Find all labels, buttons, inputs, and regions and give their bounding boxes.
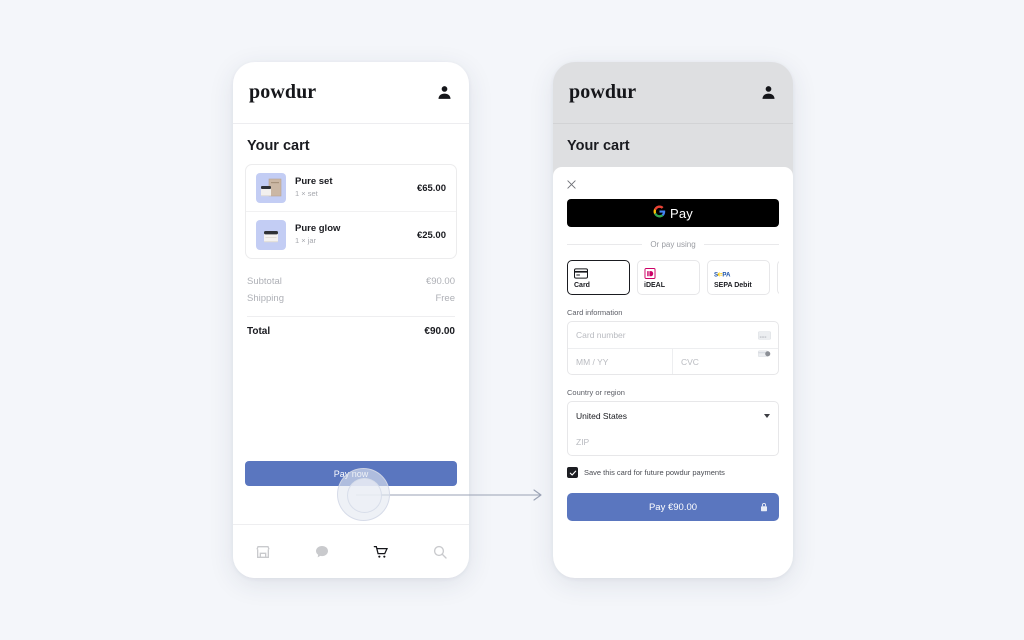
order-totals: Subtotal €90.00 Shipping Free Total €90.…: [233, 259, 469, 340]
save-card-checkbox[interactable]: [567, 467, 578, 478]
cart-items-card: Pure set 1 × set €65.00 Pure glow 1 × ja…: [245, 164, 457, 259]
expiry-cell: [568, 349, 673, 374]
shipping-value: Free: [435, 293, 455, 304]
subtotal-row: Subtotal €90.00: [247, 273, 455, 290]
sepa-icon: S PA: [714, 266, 736, 279]
submit-payment-button[interactable]: Pay €90.00: [567, 493, 779, 521]
phone-left-cart-screen: powdur Your cart Pure set 1 × set €65.00…: [233, 62, 469, 578]
svg-text:S: S: [714, 272, 718, 279]
search-icon[interactable]: [428, 540, 452, 564]
bottom-navigation: [233, 524, 469, 578]
ideal-icon: [644, 266, 656, 280]
cart-icon[interactable]: [369, 540, 393, 564]
person-icon[interactable]: [436, 84, 453, 101]
item-price: €25.00: [416, 229, 446, 241]
country-zip-group: United States: [567, 401, 779, 456]
zip-line: [568, 429, 778, 455]
expiry-cvc-line: [568, 348, 778, 374]
card-brand-icon: [758, 330, 771, 340]
table-row[interactable]: Pure set 1 × set €65.00: [246, 165, 456, 211]
shipping-row: Shipping Free: [247, 290, 455, 307]
card-information-group: [567, 321, 779, 375]
app-header-right: powdur: [553, 62, 793, 124]
country-selected-value: United States: [576, 410, 628, 421]
item-name: Pure glow: [295, 223, 341, 235]
submit-payment-label: Pay €90.00: [648, 501, 698, 513]
svg-text:PA: PA: [722, 272, 731, 279]
chat-icon[interactable]: [310, 540, 334, 564]
store-icon[interactable]: [251, 540, 275, 564]
pay-now-button[interactable]: Pay now: [245, 461, 457, 486]
card-information-label: Card information: [567, 308, 623, 317]
country-or-region-label: Country or region: [567, 388, 625, 397]
zip-input[interactable]: [568, 429, 778, 455]
google-g-icon: [653, 205, 666, 221]
subtotal-value: €90.00: [425, 276, 455, 287]
grand-total-row: Total €90.00: [247, 319, 455, 340]
payment-method-label: SEPA Debit: [714, 282, 752, 289]
item-meta: Pure glow 1 × jar: [295, 223, 417, 247]
item-quantity: 1 × jar: [295, 236, 317, 246]
google-pay-button[interactable]: Pay: [567, 199, 779, 227]
item-price: €65.00: [416, 182, 446, 194]
payment-method-ideal[interactable]: iDEAL: [637, 260, 700, 295]
screenshot-stage: powdur Your cart Pure set 1 × set €65.00…: [0, 0, 1024, 640]
chevron-down-icon: [764, 413, 770, 418]
country-select[interactable]: United States: [568, 402, 778, 429]
cvc-hint-icon: [758, 349, 771, 358]
shipping-label: Shipping: [247, 293, 284, 304]
divider: [247, 316, 455, 317]
product-box-jar-image: [256, 173, 286, 203]
phone-right-checkout-screen: powdur Your cart Pay Or pay using Card i…: [553, 62, 793, 578]
save-card-row[interactable]: Save this card for future powdur payment…: [567, 467, 779, 478]
item-name: Pure set: [295, 176, 333, 188]
brand-logo: powdur: [569, 81, 637, 103]
cvc-cell: [673, 349, 778, 374]
item-meta: Pure set 1 × set: [295, 176, 417, 200]
page-title-right: Your cart: [567, 138, 630, 154]
total-label: Total: [247, 326, 271, 337]
product-jar-image: [256, 220, 286, 250]
payment-method-bancontact[interactable]: B: [777, 260, 779, 295]
payment-method-card[interactable]: Card: [567, 260, 630, 295]
card-number-input[interactable]: [568, 322, 778, 348]
card-expiry-input[interactable]: [568, 349, 672, 374]
divider-label: Or pay using: [650, 240, 696, 249]
lock-icon: [760, 502, 768, 512]
google-pay-label: Pay: [669, 205, 693, 221]
item-quantity: 1 × set: [295, 189, 318, 199]
payment-method-label: Card: [574, 282, 590, 289]
credit-card-icon: [574, 266, 588, 279]
brand-logo: powdur: [249, 81, 317, 103]
save-card-label: Save this card for future powdur payment…: [584, 468, 725, 477]
payment-method-label: iDEAL: [644, 282, 665, 289]
or-pay-using-divider: Or pay using: [567, 240, 779, 249]
person-icon[interactable]: [760, 84, 777, 101]
payment-sheet: Pay Or pay using Card iDEAL S PA SEPA De…: [553, 167, 793, 578]
table-row[interactable]: Pure glow 1 × jar €25.00: [246, 211, 456, 258]
card-number-line: [568, 322, 778, 348]
subtotal-label: Subtotal: [247, 276, 282, 287]
app-header-left: powdur: [233, 62, 469, 124]
payment-method-tabs: Card iDEAL S PA SEPA Debit: [567, 260, 779, 295]
payment-method-sepa-debit[interactable]: S PA SEPA Debit: [707, 260, 770, 295]
total-value: €90.00: [424, 326, 455, 337]
close-icon[interactable]: [566, 179, 577, 190]
page-title-left: Your cart: [247, 138, 310, 154]
pay-now-wrapper: Pay now: [245, 461, 457, 486]
